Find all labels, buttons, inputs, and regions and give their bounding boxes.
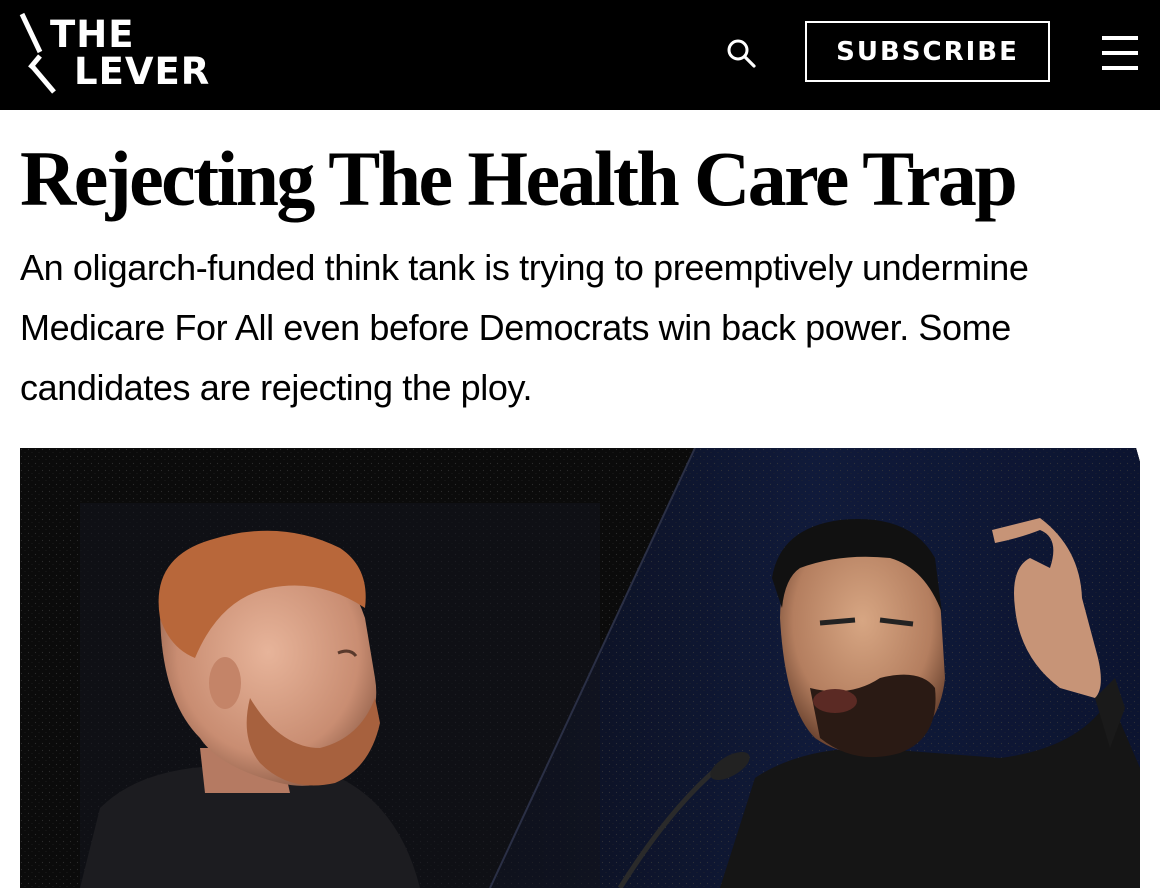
- article-dek: An oligarch-funded think tank is trying …: [20, 247, 1029, 408]
- menu-bar: [1102, 51, 1138, 55]
- search-icon: [727, 39, 756, 68]
- menu-bar: [1102, 66, 1138, 70]
- logo-text-the: THE: [50, 13, 135, 56]
- site-header: THE LEVER SUBSCRIBE: [0, 0, 1160, 110]
- menu-bar: [1102, 36, 1138, 40]
- article-headline: Rejecting The Health Care Trap: [20, 135, 1018, 222]
- logo-text-lever: LEVER: [74, 50, 211, 93]
- hero-image: [20, 448, 1140, 888]
- hamburger-menu-icon[interactable]: [1100, 34, 1140, 72]
- search-button[interactable]: [722, 34, 760, 72]
- site-logo[interactable]: THE LEVER: [18, 12, 218, 96]
- subscribe-button[interactable]: SUBSCRIBE: [805, 21, 1050, 82]
